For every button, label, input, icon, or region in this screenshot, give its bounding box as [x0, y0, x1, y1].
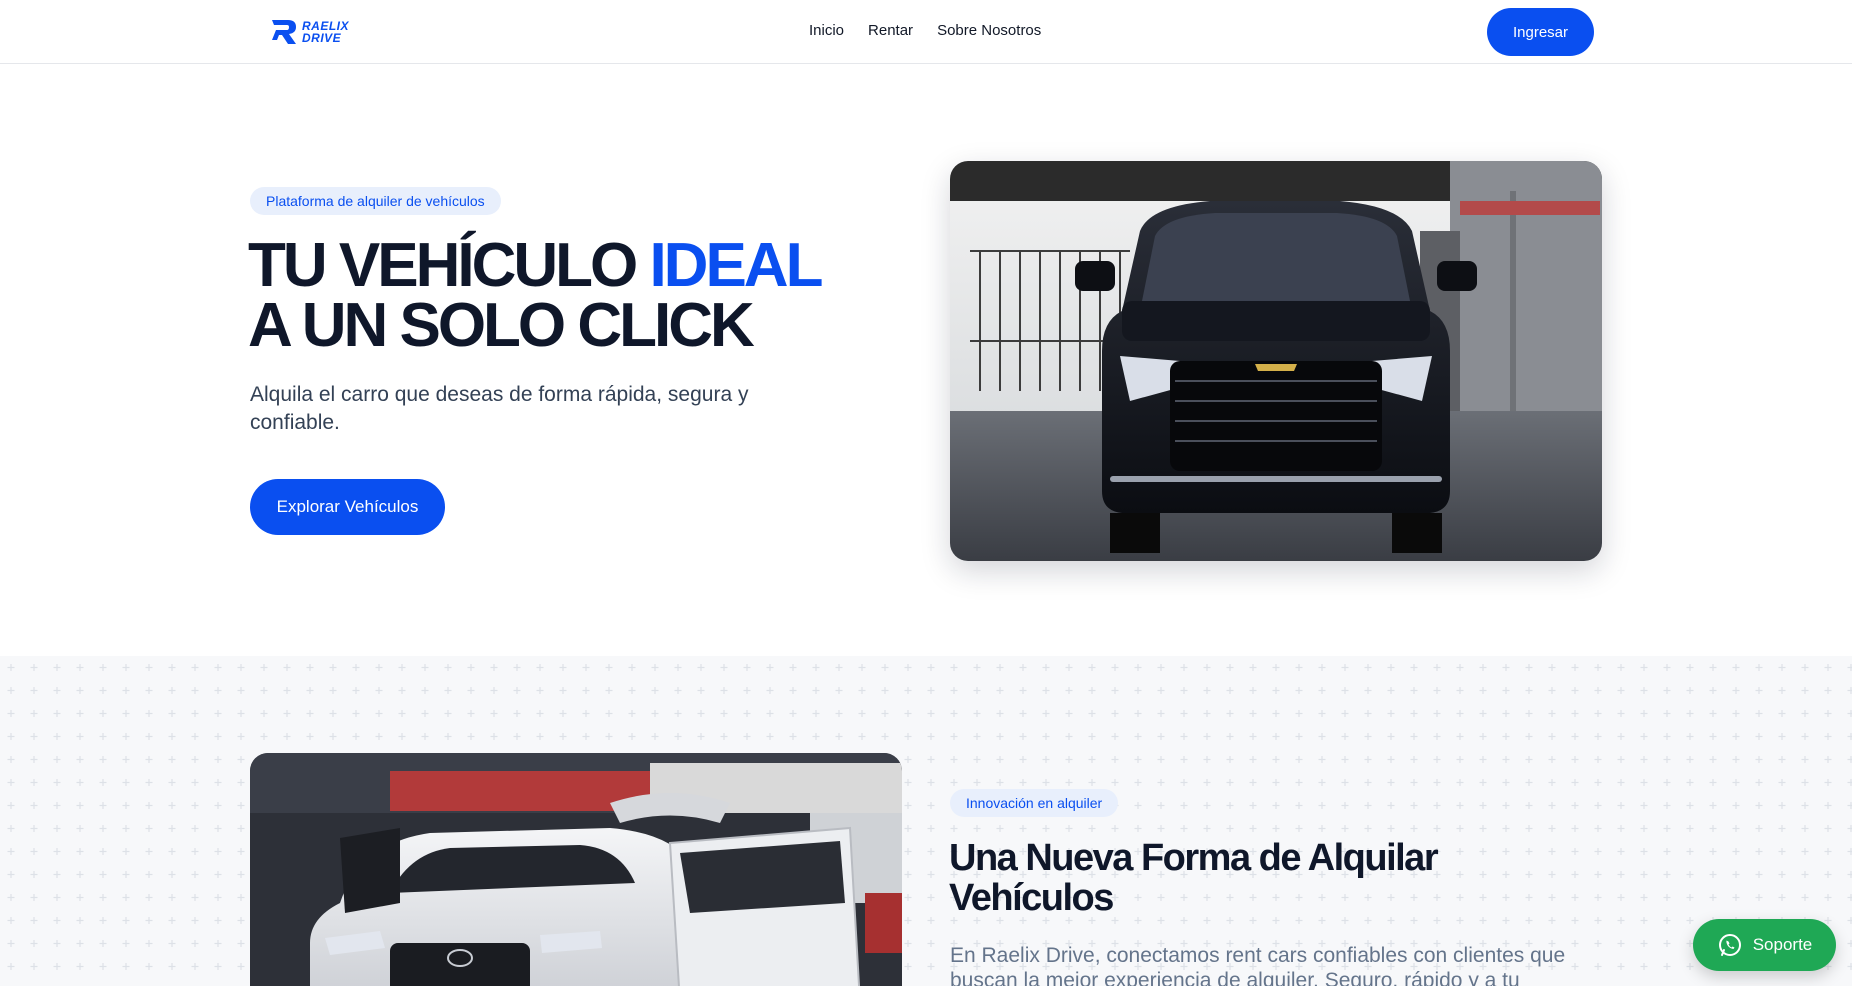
white-suv-photo [250, 753, 902, 986]
hero-title-part1: TU VEHÍCULO [248, 231, 650, 300]
brand-logo[interactable]: RAELIX DRIVE [270, 18, 349, 46]
about-description: En Raelix Drive, conectamos rent cars co… [950, 944, 1566, 986]
hero-badge: Plataforma de alquiler de vehículos [250, 187, 501, 215]
about-title: Una Nueva Forma de Alquilar Vehículos [949, 837, 1439, 919]
nav-link-rentar[interactable]: Rentar [868, 22, 913, 39]
hero-description: Alquila el carro que deseas de forma ráp… [250, 383, 749, 434]
nav-link-inicio[interactable]: Inicio [809, 22, 844, 39]
hero-title: TU VEHÍCULO IDEAL A UN SOLO CLICK [248, 235, 868, 357]
site-header: RAELIX DRIVE Inicio Rentar Sobre Nosotro… [0, 0, 1852, 64]
black-suv-photo [950, 161, 1602, 561]
main-nav: Inicio Rentar Sobre Nosotros [809, 22, 1041, 39]
brand-line-2: DRIVE [302, 31, 342, 45]
hero-title-highlight: IDEAL [649, 231, 822, 300]
explore-vehicles-button[interactable]: Explorar Vehículos [250, 479, 445, 535]
about-section: Innovación en alquiler Una Nueva Forma d… [0, 656, 1852, 986]
raelix-r-logo-icon [272, 20, 296, 44]
about-badge: Innovación en alquiler [950, 789, 1119, 817]
whatsapp-icon [1718, 934, 1741, 956]
hero-title-part2: A UN SOLO CLICK [248, 291, 755, 360]
white-suv-image [250, 753, 902, 986]
hero-car-image [950, 161, 1602, 561]
login-button[interactable]: Ingresar [1487, 8, 1594, 56]
support-button[interactable]: Soporte [1693, 919, 1836, 971]
brand-wordmark: RAELIX DRIVE [302, 20, 349, 44]
support-label: Soporte [1752, 935, 1813, 954]
nav-link-sobre-nosotros[interactable]: Sobre Nosotros [937, 22, 1041, 39]
